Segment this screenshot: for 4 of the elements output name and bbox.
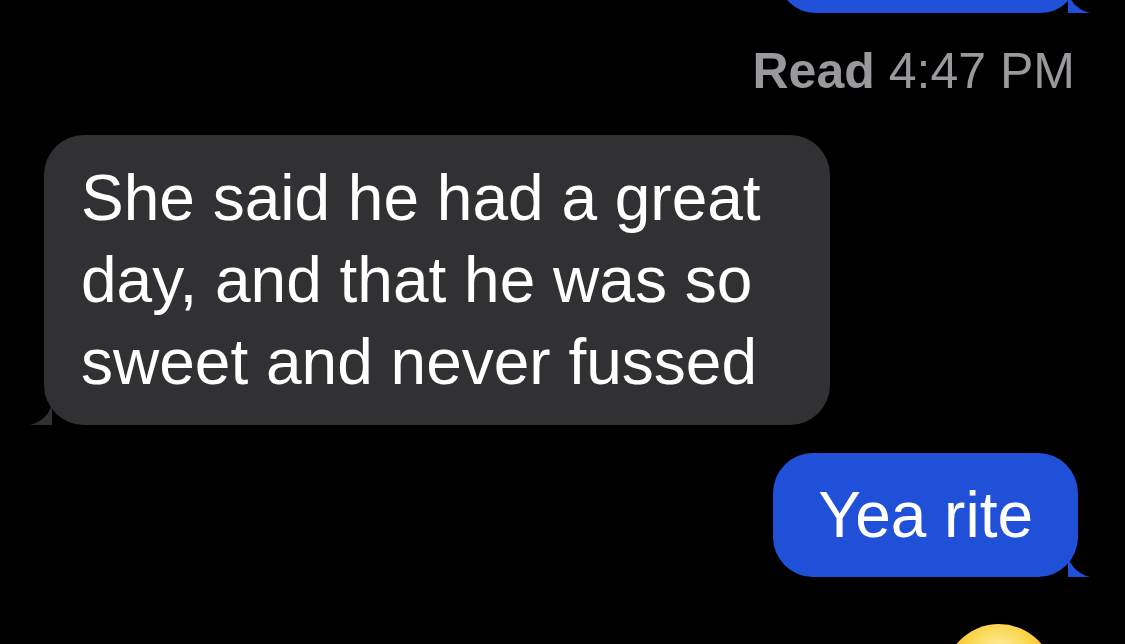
- read-time: 4:47 PM: [888, 42, 1075, 101]
- message-bubble: She said he had a great day, and that he was so sweet and never fussed: [44, 135, 830, 425]
- read-label: Read: [752, 42, 875, 101]
- message-bubble: Yea rite: [773, 453, 1078, 577]
